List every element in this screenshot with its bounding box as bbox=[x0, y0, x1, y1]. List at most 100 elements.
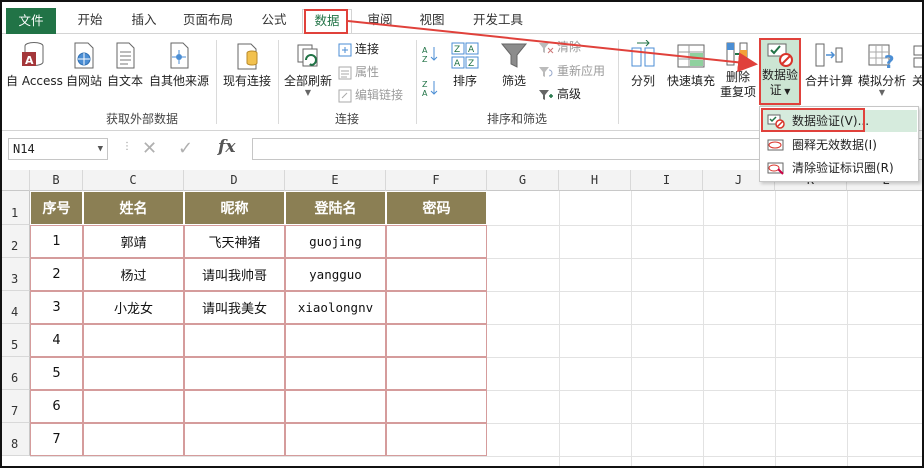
table-cell-nickname[interactable] bbox=[184, 357, 285, 390]
text-to-columns-button[interactable]: 分列 bbox=[626, 40, 660, 89]
table-cell-login[interactable]: xiaolongnv bbox=[285, 291, 386, 324]
tab-home[interactable]: 开始 bbox=[68, 9, 112, 33]
table-cell-index[interactable]: 4 bbox=[30, 324, 83, 357]
advanced-filter-icon bbox=[539, 89, 553, 100]
tab-page-layout[interactable]: 页面布局 bbox=[176, 9, 240, 33]
from-access-button[interactable]: A 自 Access bbox=[6, 40, 63, 89]
column-header-h[interactable]: H bbox=[559, 170, 631, 191]
column-header-e[interactable]: E bbox=[285, 170, 386, 191]
from-text-button[interactable]: 自文本 bbox=[105, 40, 145, 89]
table-cell-index[interactable]: 2 bbox=[30, 258, 83, 291]
name-box[interactable]: N14 ▼ bbox=[8, 138, 108, 160]
table-cell-password[interactable] bbox=[386, 423, 487, 456]
column-header-i[interactable]: I bbox=[631, 170, 703, 191]
table-cell-login[interactable]: guojing bbox=[285, 225, 386, 258]
table-cell-index[interactable]: 5 bbox=[30, 357, 83, 390]
row-header-7[interactable]: 7 bbox=[2, 390, 30, 423]
table-cell-nickname[interactable] bbox=[184, 324, 285, 357]
advanced-filter-button[interactable]: 高级 bbox=[538, 85, 581, 103]
filter-button[interactable]: 筛选 bbox=[496, 40, 532, 89]
column-header-c[interactable]: C bbox=[83, 170, 184, 191]
tab-view[interactable]: 视图 bbox=[410, 9, 454, 33]
menu-item-data-validation[interactable]: 数据验证(V)... bbox=[762, 110, 917, 132]
header-cell-index[interactable]: 序号 bbox=[30, 191, 83, 225]
row-header-2[interactable]: 2 bbox=[2, 225, 30, 258]
menu-item-circle-invalid-data[interactable]: 圈释无效数据(I) bbox=[762, 134, 917, 156]
table-cell-nickname[interactable]: 请叫我美女 bbox=[184, 291, 285, 324]
table-cell-password[interactable] bbox=[386, 258, 487, 291]
clear-filter-button[interactable]: 清除 bbox=[538, 38, 581, 56]
enter-icon[interactable]: ✓ bbox=[178, 138, 193, 159]
insert-function-icon[interactable]: fx bbox=[218, 137, 235, 157]
table-cell-name[interactable]: 杨过 bbox=[83, 258, 184, 291]
cancel-icon[interactable]: ✕ bbox=[142, 138, 157, 159]
table-cell-nickname[interactable]: 飞天神猪 bbox=[184, 225, 285, 258]
svg-text:Z: Z bbox=[468, 59, 474, 69]
from-other-sources-button[interactable]: 自其他来源 bbox=[146, 40, 212, 89]
relationships-button[interactable]: 关 bbox=[910, 40, 922, 89]
table-cell-password[interactable] bbox=[386, 291, 487, 324]
existing-connections-button[interactable]: 现有连接 bbox=[220, 40, 274, 89]
column-header-f[interactable]: F bbox=[386, 170, 487, 191]
select-all-corner[interactable] bbox=[2, 170, 30, 191]
table-cell-nickname[interactable] bbox=[184, 423, 285, 456]
gridline bbox=[703, 191, 704, 466]
tab-review[interactable]: 审阅 bbox=[358, 9, 402, 33]
row-header-4[interactable]: 4 bbox=[2, 291, 30, 324]
flash-fill-button[interactable]: 快速填充 bbox=[664, 40, 718, 89]
refresh-all-button[interactable]: 全部刷新 ▼ bbox=[282, 40, 334, 97]
table-cell-login[interactable] bbox=[285, 357, 386, 390]
connections-button[interactable]: 连接 bbox=[338, 40, 379, 58]
table-cell-index[interactable]: 1 bbox=[30, 225, 83, 258]
remove-duplicates-button[interactable]: 删除 重复项 bbox=[718, 40, 758, 100]
table-cell-name[interactable]: 郭靖 bbox=[83, 225, 184, 258]
table-cell-name[interactable] bbox=[83, 324, 184, 357]
sort-ascending-button[interactable]: AZ bbox=[422, 44, 441, 63]
tab-formulas[interactable]: 公式 bbox=[252, 9, 296, 33]
table-cell-name[interactable] bbox=[83, 390, 184, 423]
sort-descending-button[interactable]: ZA bbox=[422, 78, 441, 97]
header-cell-password[interactable]: 密码 bbox=[386, 191, 487, 225]
table-cell-nickname[interactable]: 请叫我帅哥 bbox=[184, 258, 285, 291]
edit-links-button[interactable]: 编辑链接 bbox=[338, 86, 403, 104]
row-header-6[interactable]: 6 bbox=[2, 357, 30, 390]
header-cell-name[interactable]: 姓名 bbox=[83, 191, 184, 225]
table-cell-login[interactable] bbox=[285, 324, 386, 357]
table-cell-name[interactable] bbox=[83, 423, 184, 456]
column-header-b[interactable]: B bbox=[30, 170, 83, 191]
properties-button[interactable]: 属性 bbox=[338, 63, 379, 81]
tab-data[interactable]: 数据 bbox=[302, 9, 352, 33]
from-web-button[interactable]: 自网站 bbox=[64, 40, 104, 89]
table-cell-password[interactable] bbox=[386, 324, 487, 357]
tab-insert[interactable]: 插入 bbox=[122, 9, 166, 33]
header-cell-login[interactable]: 登陆名 bbox=[285, 191, 386, 225]
tab-developer[interactable]: 开发工具 bbox=[464, 9, 532, 33]
row-header-8[interactable]: 8 bbox=[2, 423, 30, 456]
clear-filter-icon bbox=[539, 42, 554, 53]
table-cell-index[interactable]: 7 bbox=[30, 423, 83, 456]
tab-file[interactable]: 文件 bbox=[6, 8, 56, 34]
table-cell-password[interactable] bbox=[386, 225, 487, 258]
sort-button[interactable]: Z A A Z 排序 bbox=[448, 40, 482, 89]
table-cell-index[interactable]: 6 bbox=[30, 390, 83, 423]
column-header-d[interactable]: D bbox=[184, 170, 285, 191]
table-cell-password[interactable] bbox=[386, 357, 487, 390]
table-cell-nickname[interactable] bbox=[184, 390, 285, 423]
what-if-analysis-button[interactable]: ? 模拟分析 ▼ bbox=[856, 40, 908, 97]
data-validation-button[interactable]: 数据验 证 ▼ bbox=[760, 40, 800, 106]
table-cell-login[interactable] bbox=[285, 390, 386, 423]
table-cell-name[interactable] bbox=[83, 357, 184, 390]
table-cell-login[interactable] bbox=[285, 423, 386, 456]
column-header-g[interactable]: G bbox=[487, 170, 559, 191]
row-header-5[interactable]: 5 bbox=[2, 324, 30, 357]
table-cell-login[interactable]: yangguo bbox=[285, 258, 386, 291]
row-header-1[interactable]: 1 bbox=[2, 191, 30, 225]
table-cell-password[interactable] bbox=[386, 390, 487, 423]
row-header-3[interactable]: 3 bbox=[2, 258, 30, 291]
reapply-button[interactable]: 重新应用 bbox=[538, 62, 605, 80]
consolidate-button[interactable]: 合并计算 bbox=[802, 40, 856, 89]
menu-item-clear-validation-circles[interactable]: 清除验证标识圈(R) bbox=[762, 157, 917, 179]
header-cell-nickname[interactable]: 昵称 bbox=[184, 191, 285, 225]
table-cell-name[interactable]: 小龙女 bbox=[83, 291, 184, 324]
table-cell-index[interactable]: 3 bbox=[30, 291, 83, 324]
